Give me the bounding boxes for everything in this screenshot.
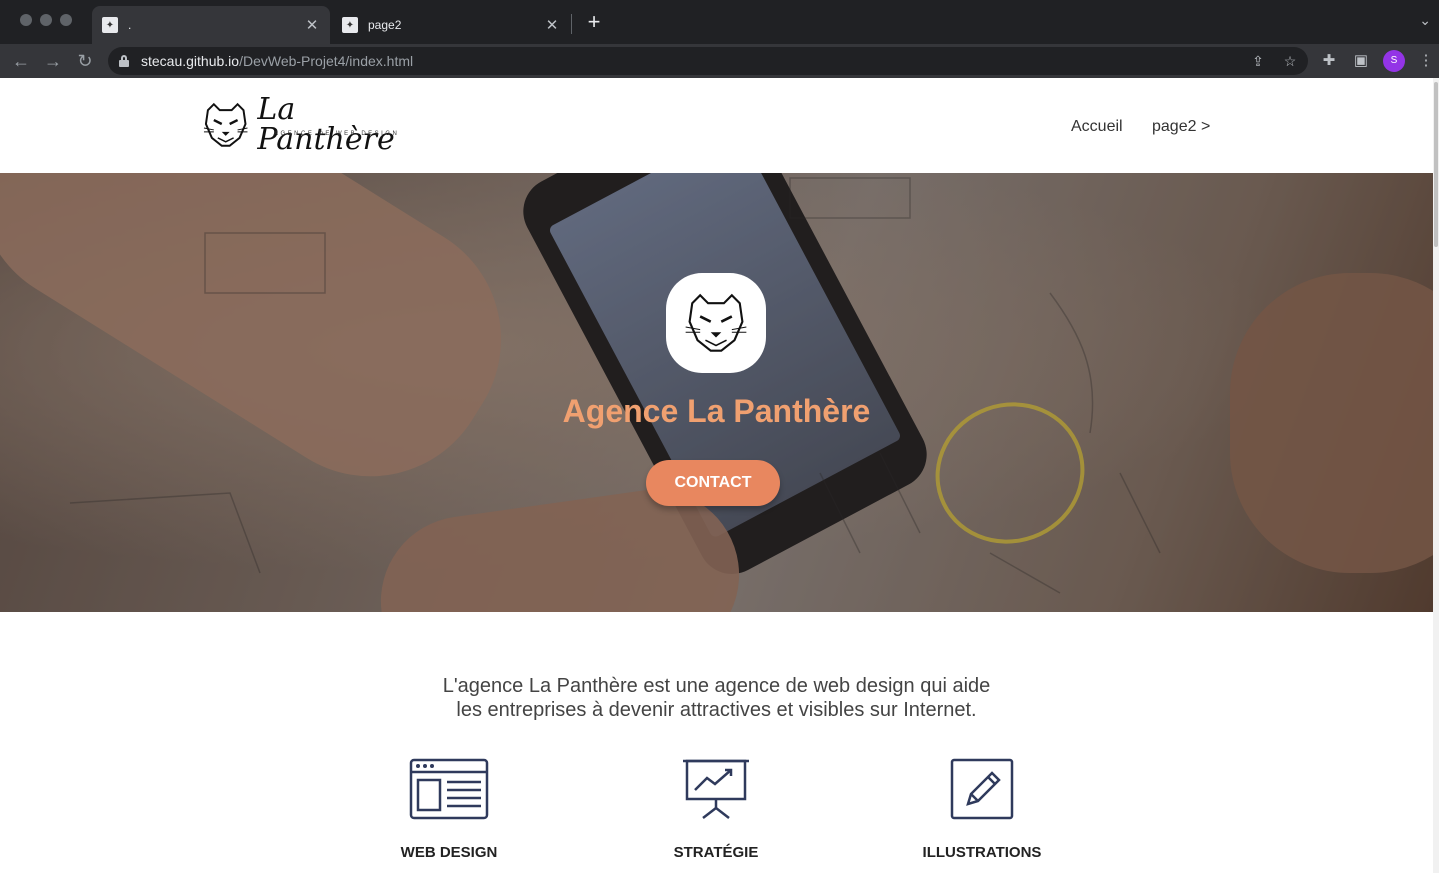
window-minimize-dot[interactable] — [40, 14, 52, 26]
panther-favicon-icon: ✦ — [102, 17, 118, 33]
window-zoom-dot[interactable] — [60, 14, 72, 26]
panther-head-icon — [685, 293, 747, 352]
contact-button[interactable]: CONTACT — [646, 460, 780, 506]
browser-menu-icon[interactable]: ⋮ — [1415, 50, 1437, 72]
back-arrow-icon[interactable]: ← — [8, 48, 34, 74]
browser-tabbar: ✦ . ✕ ✦ page2 ✕ + ⌄ — [0, 0, 1439, 44]
tab-separator — [571, 14, 572, 34]
tab-search-chevron-icon[interactable]: ⌄ — [1419, 12, 1431, 29]
url-path: /DevWeb-Projet4/index.html — [239, 53, 414, 69]
panther-favicon-icon: ✦ — [342, 17, 358, 33]
tab-current[interactable]: ✦ . ✕ — [92, 6, 330, 44]
service-label: STRATÉGIE — [673, 844, 759, 861]
logo-wordmark: La Panthère — [257, 92, 395, 157]
intro-line-1: L'agence La Panthère est une agence de w… — [442, 675, 991, 697]
panther-head-icon — [203, 102, 248, 147]
side-panel-icon[interactable]: ▣ — [1350, 50, 1372, 72]
service-label: WEB DESIGN — [400, 844, 498, 861]
browser-window-icon — [409, 758, 489, 820]
window-close-dot[interactable] — [20, 14, 32, 26]
extensions-puzzle-icon[interactable]: ✚ — [1318, 50, 1340, 72]
service-web-design[interactable]: WEB DESIGN — [349, 758, 549, 861]
intro-text: L'agence La Panthère est une agence de w… — [0, 674, 1433, 722]
presentation-chart-icon — [683, 759, 749, 819]
close-tab-icon[interactable]: ✕ — [544, 16, 560, 34]
url-text[interactable]: stecau.github.io/DevWeb-Projet4/index.ht… — [141, 53, 413, 69]
new-tab-button[interactable]: + — [582, 10, 606, 34]
page-viewport: La Panthère AGENCE DE WEB DESIGN Accueil… — [0, 78, 1433, 873]
tab-title: page2 — [368, 18, 402, 32]
url-host: stecau.github.io — [141, 53, 240, 69]
nav-link-page2[interactable]: page2 > — [1152, 118, 1210, 136]
close-tab-icon[interactable]: ✕ — [304, 16, 320, 34]
logo-subtitle: AGENCE DE WEB DESIGN — [274, 131, 400, 137]
browser-toolbar: ← → ↻ stecau.github.io/DevWeb-Projet4/in… — [0, 44, 1439, 78]
hero-section: Agence La Panthère CONTACT — [0, 173, 1433, 612]
page-scrollbar-thumb[interactable] — [1434, 82, 1438, 247]
bookmark-star-icon[interactable]: ☆ — [1280, 51, 1300, 71]
reload-icon[interactable]: ↻ — [72, 48, 98, 74]
share-icon[interactable]: ⇪ — [1248, 51, 1268, 71]
hero-content: Agence La Panthère CONTACT — [0, 173, 1433, 612]
intro-line-2: les entreprises à devenir attractives et… — [456, 699, 977, 721]
forward-arrow-icon[interactable]: → — [40, 48, 66, 74]
lock-icon[interactable] — [119, 55, 129, 67]
tab-page2[interactable]: ✦ page2 ✕ — [332, 6, 570, 44]
site-logo[interactable]: La Panthère AGENCE DE WEB DESIGN — [200, 92, 440, 157]
service-strategie[interactable]: STRATÉGIE — [616, 758, 816, 861]
site-header: La Panthère AGENCE DE WEB DESIGN Accueil… — [0, 78, 1433, 173]
service-illustrations[interactable]: ILLUSTRATIONS — [882, 758, 1082, 861]
hero-panther-logo — [666, 273, 766, 373]
address-bar[interactable]: stecau.github.io/DevWeb-Projet4/index.ht… — [108, 47, 1308, 75]
profile-avatar[interactable]: S — [1383, 50, 1405, 72]
hero-title: Agence La Panthère — [562, 393, 871, 429]
nav-link-accueil[interactable]: Accueil — [1071, 118, 1123, 136]
service-label: ILLUSTRATIONS — [922, 844, 1042, 861]
tab-title: . — [128, 18, 132, 32]
pencil-icon — [950, 758, 1014, 820]
